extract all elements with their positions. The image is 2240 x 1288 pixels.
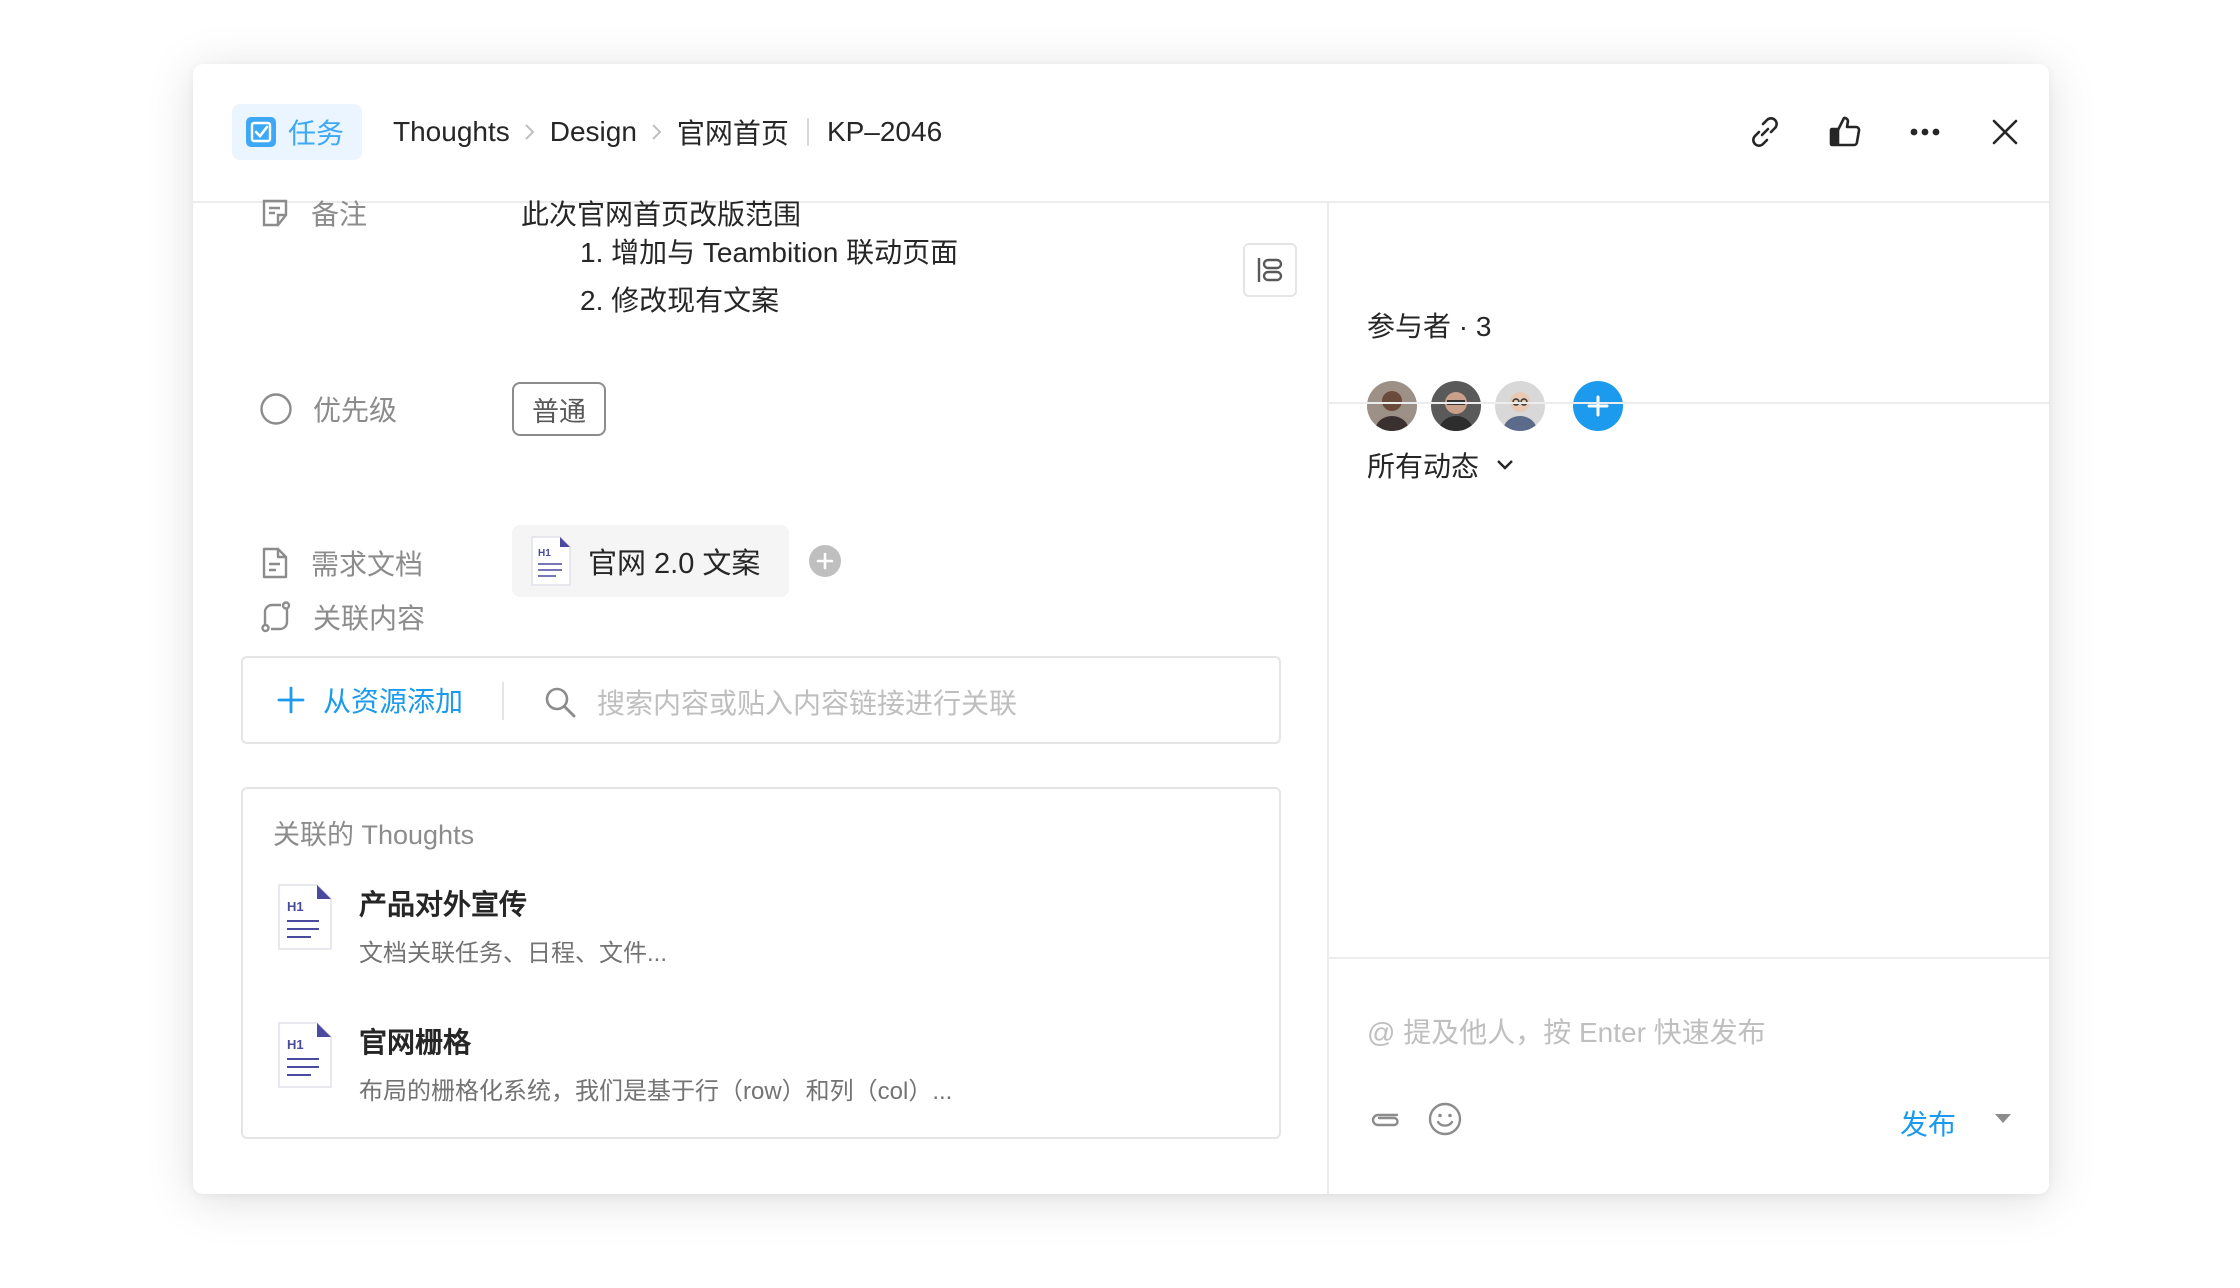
activity-filter-dropdown[interactable]: 所有动态 bbox=[1367, 445, 1515, 485]
modal-header: 任务 Thoughts Design 官网首页 KP–2046 bbox=[193, 64, 2049, 203]
activity-filter-label: 所有动态 bbox=[1367, 451, 1480, 482]
comment-divider bbox=[1329, 957, 2049, 959]
add-participant-button[interactable] bbox=[1573, 381, 1623, 431]
link-bar-divider bbox=[502, 682, 504, 720]
priority-label: 优先级 bbox=[313, 395, 398, 426]
attachment-icon[interactable] bbox=[1367, 1100, 1403, 1141]
requirement-doc-label: 需求文档 bbox=[311, 549, 424, 580]
related-thoughts-card: 关联的 Thoughts H1 产品对外宣传 文档关联任务、日程、文件... H… bbox=[241, 787, 1281, 1139]
related-thought-desc: 文档关联任务、日程、文件... bbox=[359, 940, 668, 967]
task-type-label: 任务 bbox=[288, 118, 345, 149]
task-icon bbox=[246, 117, 276, 147]
more-icon[interactable] bbox=[1901, 108, 1949, 156]
avatar[interactable] bbox=[1367, 381, 1417, 431]
note-label: 备注 bbox=[311, 199, 368, 230]
link-bar: 从资源添加 搜索内容或贴入内容链接进行关联 bbox=[241, 656, 1281, 744]
task-detail-modal: 任务 Thoughts Design 官网首页 KP–2046 备注 此次官网首… bbox=[193, 64, 2049, 1194]
note-line-2[interactable]: 1. 增加与 Teambition 联动页面 bbox=[580, 231, 958, 271]
chevron-right-icon bbox=[651, 122, 663, 142]
svg-text:H1: H1 bbox=[287, 899, 304, 914]
link-icon[interactable] bbox=[1741, 108, 1789, 156]
doc-chip-title: 官网 2.0 文案 bbox=[588, 548, 761, 580]
breadcrumb: Thoughts Design 官网首页 KP–2046 bbox=[393, 108, 942, 156]
note-line-1[interactable]: 此次官网首页改版范围 bbox=[521, 193, 801, 233]
priority-circle-icon bbox=[259, 392, 293, 426]
related-thought-title: 官网栅格 bbox=[359, 1027, 472, 1058]
search-icon bbox=[543, 685, 577, 724]
svg-text:H1: H1 bbox=[538, 548, 551, 559]
priority-select[interactable]: 普通 bbox=[512, 382, 606, 436]
field-note: 备注 bbox=[259, 193, 367, 233]
doc-chip[interactable]: H1 官网 2.0 文案 bbox=[512, 525, 789, 597]
related-thought-item[interactable]: H1 产品对外宣传 文档关联任务、日程、文件... bbox=[277, 883, 1177, 969]
participants-label: 参与者 · 3 bbox=[1367, 311, 1492, 342]
document-icon bbox=[259, 546, 291, 580]
task-id: KP–2046 bbox=[826, 116, 943, 147]
field-requirement-doc: 需求文档 bbox=[259, 543, 423, 583]
related-thought-desc: 布局的栅格化系统，我们是基于行（row）和列（col）... bbox=[359, 1078, 953, 1105]
note-icon bbox=[259, 197, 291, 229]
breadcrumb-item-folder[interactable]: Design bbox=[550, 116, 637, 148]
plus-icon bbox=[277, 686, 305, 714]
avatar[interactable] bbox=[1431, 381, 1481, 431]
caret-down-icon[interactable] bbox=[1992, 1111, 2014, 1132]
close-icon[interactable] bbox=[1981, 108, 2029, 156]
thumbs-up-icon[interactable] bbox=[1821, 108, 1869, 156]
link-search-input[interactable]: 搜索内容或贴入内容链接进行关联 bbox=[597, 682, 1247, 722]
add-from-resource-button[interactable]: 从资源添加 bbox=[277, 658, 463, 742]
field-related: 关联内容 bbox=[259, 597, 425, 637]
comment-input[interactable]: @ 提及他人，按 Enter 快速发布 bbox=[1367, 1011, 1766, 1051]
breadcrumb-item-page[interactable]: 官网首页 bbox=[677, 112, 789, 152]
doc-h1-icon: H1 bbox=[530, 535, 572, 587]
emoji-icon[interactable] bbox=[1427, 1101, 1463, 1142]
related-thought-item[interactable]: H1 官网栅格 布局的栅格化系统，我们是基于行（row）和列（col）... bbox=[277, 1021, 1177, 1107]
related-label: 关联内容 bbox=[313, 603, 426, 634]
participants-divider bbox=[1329, 402, 2049, 404]
doc-h1-icon: H1 bbox=[277, 1021, 333, 1094]
chevron-down-icon bbox=[1495, 458, 1515, 472]
task-fields-panel: 备注 此次官网首页改版范围 1. 增加与 Teambition 联动页面 2. … bbox=[193, 199, 1327, 1194]
avatar[interactable] bbox=[1495, 381, 1545, 431]
breadcrumb-divider bbox=[806, 118, 809, 146]
task-type-tag[interactable]: 任务 bbox=[232, 104, 363, 160]
add-from-resource-label: 从资源添加 bbox=[323, 686, 464, 717]
breadcrumb-item-project[interactable]: Thoughts bbox=[393, 116, 510, 148]
publish-button[interactable]: 发布 bbox=[1900, 1103, 1956, 1143]
layout-icon[interactable] bbox=[1243, 243, 1297, 297]
activity-panel: 参与者 · 3 所有动态 @ 提及他人，按 Enter 快速发布 发布 bbox=[1329, 203, 2049, 1194]
field-priority: 优先级 bbox=[259, 389, 397, 429]
doc-h1-icon: H1 bbox=[277, 883, 333, 956]
chevron-right-icon bbox=[524, 122, 536, 142]
related-thought-title: 产品对外宣传 bbox=[359, 889, 528, 920]
related-thoughts-title: 关联的 Thoughts bbox=[273, 820, 475, 850]
add-doc-plus-icon[interactable] bbox=[809, 545, 841, 577]
svg-text:H1: H1 bbox=[287, 1037, 304, 1052]
related-icon bbox=[259, 600, 293, 634]
note-line-3[interactable]: 2. 修改现有文案 bbox=[580, 279, 779, 319]
